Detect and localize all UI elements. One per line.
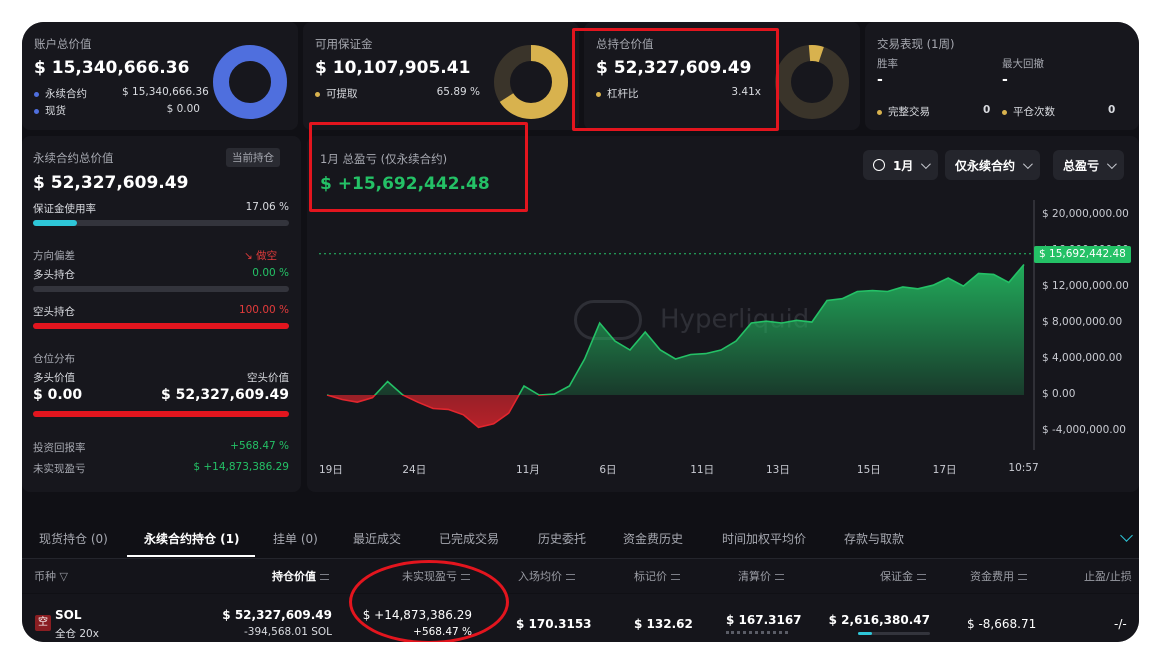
pnl-chart	[319, 200, 1035, 450]
header-margin[interactable]: 保证金	[880, 568, 926, 584]
header-tpsl: 止盈/止损	[1084, 570, 1132, 583]
highlight-upnl-oval	[349, 560, 509, 642]
tab-twap[interactable]: 时间加权平均价	[722, 530, 806, 547]
row-funding: $ -8,668.71	[967, 617, 1037, 631]
sort-icon	[320, 574, 329, 580]
tab-deposits-withdrawals[interactable]: 存款与取款	[844, 530, 904, 547]
coin-name[interactable]: SOL	[55, 608, 82, 622]
x-tick-label: 24日	[402, 464, 427, 476]
header-entry[interactable]: 入场均价	[518, 568, 575, 584]
sort-icon	[671, 574, 680, 580]
y-tick-label: $ 4,000,000.00	[1042, 352, 1123, 364]
margin-mini-bar	[858, 632, 930, 635]
header-coin[interactable]: 币种 ▽	[34, 568, 68, 584]
row-liq: $ 167.3167	[726, 613, 802, 627]
x-tick-label: 15日	[856, 464, 881, 476]
sort-icon	[917, 574, 926, 580]
app-frame: 账户总价值 $ 15,340,666.36 永续合约 $ 15,340,666.…	[22, 22, 1139, 642]
header-position-value[interactable]: 持仓价值	[272, 568, 329, 584]
x-tick-label: 11日	[690, 464, 715, 476]
y-tick-label: $ 20,000,000.00	[1042, 208, 1129, 220]
sort-icon	[566, 574, 575, 580]
y-tick-label: $ 0.00	[1042, 388, 1076, 400]
header-funding[interactable]: 资金费用	[970, 568, 1027, 584]
tab-completed-trades[interactable]: 已完成交易	[439, 530, 499, 547]
x-tick-label: 19日	[319, 464, 343, 476]
tab-bar: 现货持仓 (0) 永续合约持仓 (1) 挂单 (0) 最近成交 已完成交易 历史…	[22, 518, 1139, 558]
margin-mode: 全仓 20x	[55, 628, 99, 640]
header-liq[interactable]: 清算价	[738, 568, 784, 584]
tab-recent-fills[interactable]: 最近成交	[353, 530, 401, 547]
header-mark[interactable]: 标记价	[634, 568, 680, 584]
x-tick-label: 10:57	[1008, 462, 1039, 474]
tab-perp-positions[interactable]: 永续合约持仓 (1)	[144, 530, 240, 547]
active-tab-underline	[127, 555, 255, 557]
y-tick-label: $ 8,000,000.00	[1042, 316, 1123, 328]
current-value-label: $ 15,692,442.48	[1034, 246, 1131, 263]
x-tick-label: 6日	[599, 464, 617, 476]
row-margin: $ 2,616,380.47	[828, 613, 930, 627]
row-tpsl[interactable]: -/-	[1114, 617, 1127, 631]
expand-chevron-icon[interactable]	[1120, 529, 1133, 542]
tab-open-orders[interactable]: 挂单 (0)	[273, 530, 318, 547]
tab-spot-positions[interactable]: 现货持仓 (0)	[39, 530, 108, 547]
x-tick-label: 11月	[515, 464, 540, 476]
y-tick-label: $ 12,000,000.00	[1042, 280, 1129, 292]
x-tick-label: 17日	[932, 464, 957, 476]
tab-funding-history[interactable]: 资金费历史	[623, 530, 683, 547]
x-tick-label: 13日	[765, 464, 790, 476]
row-position-value: $ 52,327,609.49	[222, 608, 332, 622]
tab-order-history[interactable]: 历史委托	[538, 530, 586, 547]
margin-mini-fill	[858, 632, 872, 635]
filter-icon: ▽	[59, 570, 68, 583]
row-position-size: -394,568.01 SOL	[243, 626, 332, 638]
y-tick-label: $ -4,000,000.00	[1042, 424, 1126, 436]
sort-icon	[775, 574, 784, 580]
row-entry: $ 170.3153	[516, 617, 592, 631]
row-mark: $ 132.62	[634, 617, 693, 631]
sort-icon	[1018, 574, 1027, 580]
short-side-badge: 空	[35, 615, 51, 631]
liq-dots	[726, 631, 788, 634]
